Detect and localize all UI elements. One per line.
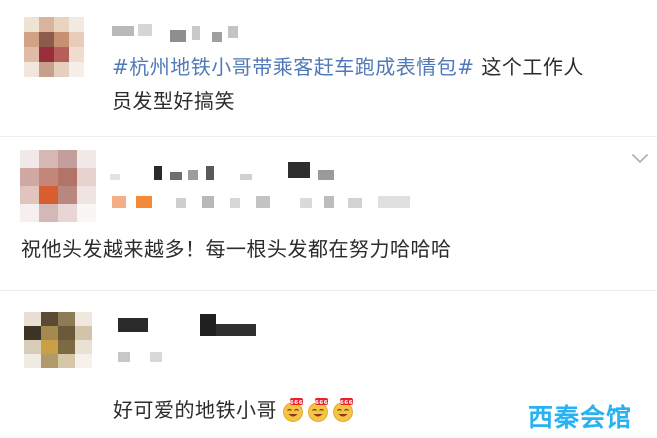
- post-text-line2: 员发型好搞笑: [112, 89, 235, 113]
- divider: [0, 290, 657, 291]
- comment-text: 祝他头发越来越多！每一根头发都在努力哈哈哈: [21, 237, 452, 261]
- watermark-logo: 西秦会馆: [528, 403, 633, 432]
- laughing-666-emoji: 666: [306, 398, 330, 422]
- comment-text: 好可爱的地铁小哥 666 666 666: [113, 393, 513, 427]
- laughing-666-emoji: 666: [331, 398, 355, 422]
- emoji-badge-text: 666: [340, 400, 353, 406]
- emoji-group: 666 666 666: [281, 398, 355, 422]
- laughing-666-emoji: 666: [281, 398, 305, 422]
- collapse-chevron-icon[interactable]: [630, 152, 650, 166]
- hashtag-link[interactable]: #杭州地铁小哥带乘客赶车跑成表情包#: [112, 55, 475, 79]
- comment-text-content: 好可爱的地铁小哥: [113, 398, 277, 422]
- emoji-badge-text: 666: [290, 400, 303, 406]
- comment-meta-time: [112, 194, 412, 210]
- post-text-line1: 这个工作人: [474, 55, 584, 79]
- divider: [0, 136, 657, 137]
- post-body: #杭州地铁小哥带乘客赶车跑成表情包# 这个工作人 员发型好搞笑: [112, 50, 642, 118]
- post-author-name[interactable]: [112, 22, 242, 46]
- comment-avatar[interactable]: [20, 150, 96, 222]
- comment-meta-time: [118, 350, 178, 364]
- post-author-avatar[interactable]: [24, 17, 84, 77]
- comment-avatar[interactable]: [24, 312, 92, 368]
- comment-author-name[interactable]: [118, 312, 268, 338]
- emoji-badge-text: 666: [315, 400, 328, 406]
- comment-author-name[interactable]: [110, 160, 340, 184]
